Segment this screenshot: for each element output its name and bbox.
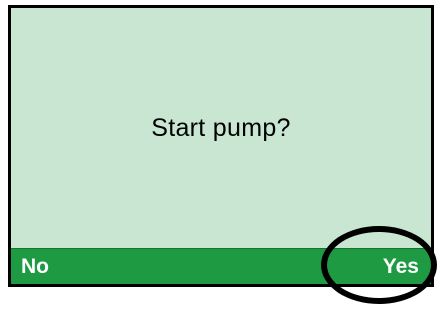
device-screen: Start pump? No Yes xyxy=(8,5,434,287)
softkey-bar: No Yes xyxy=(11,248,431,284)
prompt-text: Start pump? xyxy=(151,114,291,142)
no-softkey[interactable]: No xyxy=(21,249,49,284)
yes-softkey[interactable]: Yes xyxy=(383,249,419,284)
